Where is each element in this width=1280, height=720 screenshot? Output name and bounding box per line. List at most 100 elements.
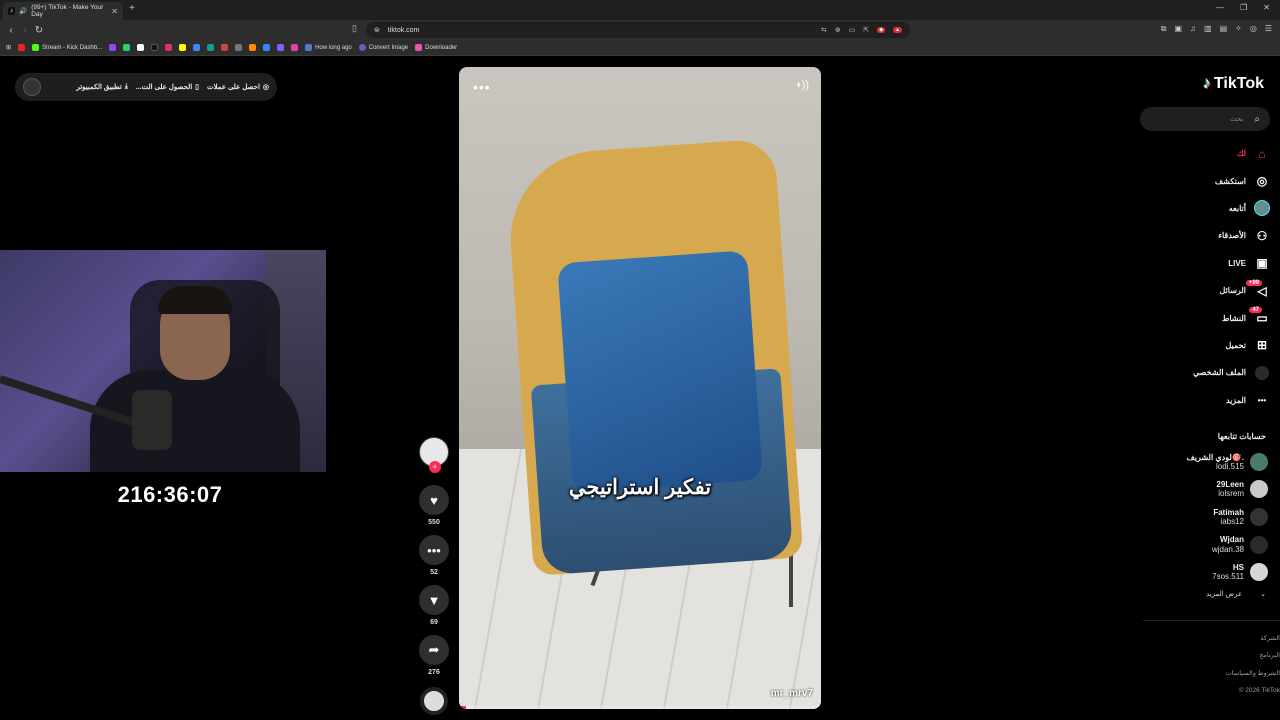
footer-link-company[interactable]: الشركة xyxy=(1226,630,1280,647)
show-more-button[interactable]: عرض المزيد ⌄ xyxy=(1206,590,1266,598)
video-username[interactable]: mr_mrv7 xyxy=(771,688,813,699)
bookmark-snapchat[interactable] xyxy=(179,44,187,51)
tiktok-logo[interactable]: ♪ TikTok xyxy=(1203,75,1264,93)
forward-button[interactable]: › xyxy=(18,25,32,36)
bookmark-twitch[interactable] xyxy=(109,44,117,51)
sidebar-item-9[interactable]: المزيد ••• xyxy=(1130,387,1270,414)
comment-count: 52 xyxy=(430,569,438,576)
cast-icon[interactable]: ▭ xyxy=(849,26,856,34)
sidebar-item-2[interactable]: أتابعه xyxy=(1130,195,1270,222)
sidebar-item-label: تحميل xyxy=(1225,340,1247,350)
bookmark-downloader[interactable]: Downloader xyxy=(415,44,457,51)
person-hair xyxy=(158,286,232,314)
back-button[interactable]: ‹ xyxy=(4,25,18,36)
account-avatar[interactable] xyxy=(1250,507,1268,526)
bookmark-pink[interactable] xyxy=(291,44,299,51)
maximize-icon[interactable]: ❐ xyxy=(1240,3,1247,12)
account-handle: lolsrem xyxy=(1218,489,1244,499)
sidebar-item-7[interactable]: تحميل ⊞ xyxy=(1130,332,1270,359)
search-input[interactable]: ⌕ بحث xyxy=(1140,107,1270,131)
bookmark-kick[interactable]: Stream - Kick Dashb... xyxy=(32,44,102,51)
minimize-icon[interactable]: — xyxy=(1216,3,1224,12)
video-player[interactable]: ••• ◖)) تفكير استراتيجي mr_mrv7 xyxy=(459,67,821,709)
zoom-icon[interactable]: ⊕ xyxy=(835,26,841,34)
upload-icon: ⊞ xyxy=(1256,338,1268,353)
comment-button[interactable]: ••• xyxy=(419,535,449,565)
bookmark-game[interactable] xyxy=(221,44,229,51)
bookmark-blue[interactable] xyxy=(263,44,271,51)
search-icon[interactable]: ⌕ xyxy=(1254,114,1260,125)
user-avatar[interactable] xyxy=(23,78,41,96)
footer-link-program[interactable]: البرنامج xyxy=(1226,647,1280,664)
bookmark-youtube[interactable] xyxy=(18,44,26,51)
wallet-icon[interactable]: ▤ xyxy=(1220,24,1228,34)
get-app-button[interactable]: ▯ الحصول على الت... xyxy=(136,83,199,91)
translate-icon[interactable]: ⇆ xyxy=(821,26,827,34)
bookmark-star-icon[interactable]: ▯ xyxy=(352,23,357,34)
sidebar-item-6[interactable]: النشاط ▭ 47 xyxy=(1130,304,1270,331)
account-avatar[interactable] xyxy=(1250,535,1268,554)
apps-grid-icon[interactable]: ⊞ xyxy=(6,44,11,51)
shield-extension-icon[interactable]: ◆ xyxy=(877,27,886,33)
tiktok-note-icon: ♪ xyxy=(1202,75,1211,92)
new-tab-button[interactable]: + xyxy=(129,3,135,14)
bookmark-button[interactable]: ▼ xyxy=(419,585,449,615)
microphone xyxy=(132,390,172,450)
music-disc[interactable] xyxy=(420,687,448,715)
following-account[interactable]: Wjdan wjdan.38 xyxy=(1158,531,1268,559)
following-account[interactable]: HS 7sos.511 xyxy=(1158,558,1268,586)
bookmark-chat[interactable] xyxy=(207,44,215,51)
reload-button[interactable]: ↻ xyxy=(32,25,46,36)
close-window-icon[interactable]: ✕ xyxy=(1263,3,1270,12)
bookmark-convert-image[interactable]: Convert Image xyxy=(358,44,408,51)
sidebar-item-3[interactable]: الأصدقاء ⚇ xyxy=(1130,222,1270,249)
following-account[interactable]: Fatimah iabs12 xyxy=(1158,503,1268,531)
account-avatar[interactable] xyxy=(1250,480,1268,499)
video-progress-bar[interactable] xyxy=(459,706,821,709)
address-bar[interactable]: ⊜ tiktok.com ⇆ ⊕ ▭ ⇱ ◆ ▲ xyxy=(366,22,910,38)
sidebar-item-5[interactable]: الرسائل ◁ +99 xyxy=(1130,277,1270,304)
browser-tab[interactable]: ♪ 🔊 (99+) TikTok - Make Your Day ✕ xyxy=(3,2,123,20)
bookmark-purple[interactable] xyxy=(277,44,285,51)
alert-extension-icon[interactable]: ▲ xyxy=(893,27,902,33)
bookmark-tiktok[interactable] xyxy=(151,44,159,51)
sidebar-item-1[interactable]: استكشف ◎ xyxy=(1130,167,1270,194)
bookmark-threads[interactable] xyxy=(235,44,243,51)
sidebar-item-8[interactable]: الملف الشخصي xyxy=(1130,359,1270,386)
bookmark-instagram[interactable] xyxy=(165,44,173,51)
video-more-icon[interactable]: ••• xyxy=(473,79,491,95)
bookmarks-bar: ⊞ Stream - Kick Dashb... How long ago Co… xyxy=(0,40,1280,56)
account-avatar[interactable] xyxy=(1250,563,1268,582)
bookmark-orange[interactable] xyxy=(249,44,257,51)
sidebar-item-label: النشاط xyxy=(1221,313,1246,323)
share-icon[interactable]: ⇱ xyxy=(863,26,869,34)
bookmark-whatsapp[interactable] xyxy=(123,44,131,51)
sound-icon[interactable]: ◖)) xyxy=(795,79,809,91)
get-coins-button[interactable]: ◎ احصل على عملات xyxy=(207,83,269,91)
sparkle-icon[interactable]: ✧ xyxy=(1235,24,1242,34)
footer-link-terms[interactable]: الشروط والسياسات xyxy=(1226,665,1280,682)
site-info-icon[interactable]: ⊜ xyxy=(374,26,380,34)
sidebar-item-label: الأصدقاء xyxy=(1218,231,1246,241)
bookmark-translate[interactable] xyxy=(193,44,201,51)
tab-close-icon[interactable]: ✕ xyxy=(111,7,118,16)
follow-plus-icon[interactable]: + xyxy=(429,461,441,473)
vpn-icon[interactable]: ◎ xyxy=(1250,24,1257,34)
bookmark-how-long-ago[interactable]: How long ago xyxy=(305,44,352,51)
sidebar-item-0[interactable]: لك ⌂ xyxy=(1130,140,1270,167)
notification-badge: 47 xyxy=(1249,307,1262,314)
creator-avatar[interactable]: + xyxy=(419,437,449,473)
sidebar-icon[interactable]: ▥ xyxy=(1204,24,1212,34)
desktop-app-button[interactable]: ⤓ تطبيق الكمبيوتر xyxy=(76,83,127,91)
following-account[interactable]: 29Leen lolsrem xyxy=(1158,476,1268,504)
screenshot-icon[interactable]: ▣ xyxy=(1174,24,1182,34)
menu-icon[interactable]: ☰ xyxy=(1265,24,1272,34)
account-avatar[interactable] xyxy=(1250,452,1268,471)
sidebar-item-4[interactable]: LIVE ▣ xyxy=(1130,250,1270,277)
bookmark-x[interactable] xyxy=(137,44,145,51)
following-account[interactable]: لودي الشريف🎯. lodi.515 xyxy=(1158,448,1268,476)
extension-puzzle-icon[interactable]: ⧉ xyxy=(1161,24,1167,34)
music-icon[interactable]: ♫ xyxy=(1190,24,1196,34)
like-button[interactable]: ♥ xyxy=(419,485,449,515)
share-button[interactable]: ➦ xyxy=(419,635,449,665)
